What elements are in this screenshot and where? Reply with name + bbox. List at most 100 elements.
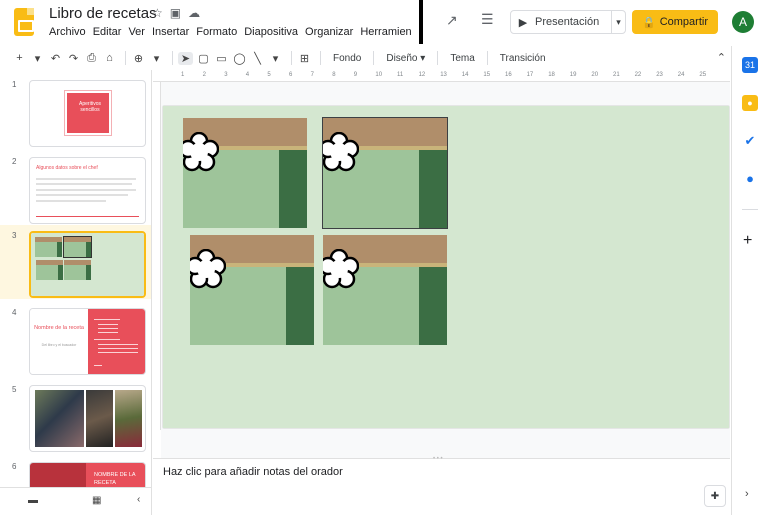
entrance-photo[interactable]	[323, 235, 447, 345]
text-line	[94, 339, 120, 340]
add-comment-icon[interactable]: ⊞	[297, 52, 312, 65]
slide-thumbnail[interactable]: Algunos datos sobre el chef	[29, 157, 146, 224]
line-dropdown-icon[interactable]: ▾	[268, 52, 283, 65]
document-title[interactable]: Libro de recetas	[49, 5, 157, 22]
layout-button[interactable]: Diseño ▾	[386, 53, 425, 64]
menu-ver[interactable]: Ver	[128, 26, 145, 38]
slide-number: 3	[12, 231, 17, 240]
present-button[interactable]: ▶ Presentación ▾	[510, 10, 626, 34]
expand-side-panel-icon[interactable]: ›	[745, 488, 749, 500]
toolbar-divider	[437, 51, 439, 65]
vertical-ruler	[153, 82, 161, 430]
new-slide-plus-icon[interactable]: +	[12, 52, 27, 64]
new-slide-dropdown-icon[interactable]: ▾	[30, 52, 45, 65]
ruler-mark: 22	[634, 72, 642, 78]
explore-button[interactable]: ✚	[704, 485, 726, 507]
slide-thumbnail[interactable]: Aperitivos sencillos	[29, 80, 146, 147]
text-line	[98, 344, 138, 345]
move-to-folder-icon[interactable]: ▣	[170, 6, 181, 20]
redo-icon[interactable]: ↷	[66, 52, 81, 65]
layout-label: Diseño	[386, 52, 418, 64]
contacts-icon[interactable]: ●	[742, 171, 758, 187]
text-line	[98, 352, 138, 353]
list-view-icon[interactable]: ▬	[28, 495, 38, 506]
mini-photo	[36, 260, 63, 280]
zoom-dropdown-icon[interactable]: ▾	[149, 52, 164, 65]
ruler-mark: 14	[461, 72, 469, 78]
tasks-icon[interactable]: ✔	[742, 133, 758, 149]
ruler-mark: 4	[245, 72, 250, 78]
filmstrip-slide-4[interactable]: 4 Nombre de la receta Del libro y el bus…	[0, 302, 151, 376]
menu-insertar[interactable]: Insertar	[152, 26, 189, 38]
side-panel-divider	[742, 209, 758, 210]
paint-format-icon[interactable]: ⌂	[102, 52, 117, 64]
insert-image-icon[interactable]: ▭	[214, 52, 229, 65]
cloud-status-icon[interactable]: ☁	[188, 6, 200, 20]
toolbar-divider	[486, 51, 488, 65]
slide-thumbnail[interactable]	[29, 231, 146, 298]
entrance-photo[interactable]	[190, 235, 314, 345]
slide-thumbnail[interactable]	[29, 385, 146, 452]
horizontal-ruler: 1 2 3 4 5 6 7 8 9 10 11 12 13 14 15 16 17 18 19 20 21 22 23 24 2…	[153, 70, 730, 82]
menu-formato[interactable]: Formato	[196, 26, 237, 38]
activity-trend-icon[interactable]: ↗	[446, 12, 458, 29]
text-line	[94, 365, 102, 366]
share-button[interactable]: 🔒 Compartir	[632, 10, 718, 34]
transition-button[interactable]: Transición	[500, 53, 546, 64]
user-avatar[interactable]: A	[732, 11, 754, 33]
background-button[interactable]: Fondo	[333, 53, 361, 64]
filmstrip-slide-1[interactable]: 1 Aperitivos sencillos	[0, 74, 151, 148]
toolbar-divider	[125, 51, 126, 65]
slide-number: 5	[12, 385, 17, 394]
ruler-mark: 5	[267, 72, 271, 78]
undo-icon[interactable]: ↶	[48, 52, 63, 65]
filmstrip-slide-3[interactable]: 3	[0, 225, 151, 299]
collapse-filmstrip-icon[interactable]: ‹	[137, 494, 140, 505]
star-icon[interactable]: ☆	[152, 6, 163, 20]
line-icon[interactable]: ╲	[250, 52, 265, 65]
app-header: Libro de recetas ☆ ▣ ☁ Archivo Editar Ve…	[0, 0, 768, 46]
shape-icon[interactable]: ◯	[232, 52, 247, 65]
select-cursor-icon[interactable]: ➤	[178, 51, 193, 65]
add-addon-icon[interactable]: +	[743, 232, 752, 250]
menu-diapositiva[interactable]: Diapositiva	[244, 26, 298, 38]
grid-view-icon[interactable]: ▦	[92, 495, 101, 506]
slide-thumbnail[interactable]: Nombre de la receta Del libro y el busca…	[29, 308, 146, 375]
collapse-toolbar-icon[interactable]: ⌃	[717, 51, 726, 64]
calendar-icon[interactable]: 31	[742, 57, 758, 73]
zoom-icon[interactable]: ⊕	[131, 52, 146, 65]
menu-editar[interactable]: Editar	[93, 26, 122, 38]
current-slide[interactable]	[163, 106, 729, 428]
thumb-left-panel: Nombre de la receta Del libro y el busca…	[30, 309, 88, 374]
notes-resize-handle[interactable]: • • •	[433, 456, 443, 462]
menu-archivo[interactable]: Archivo	[49, 26, 86, 38]
entrance-photo-selected[interactable]	[322, 117, 448, 229]
slide-number: 4	[12, 308, 17, 317]
menu-herramientas[interactable]: Herramien	[360, 26, 411, 38]
ruler-mark: 18	[548, 72, 555, 78]
print-icon[interactable]: ⎙	[84, 52, 99, 65]
text-line	[98, 332, 118, 333]
explore-icon: ✚	[710, 490, 720, 502]
ruler-mark: 11	[397, 72, 404, 78]
slides-logo-icon[interactable]	[14, 8, 34, 36]
mini-photo	[63, 236, 92, 258]
text-box-icon[interactable]: ▢	[196, 52, 211, 65]
filmstrip-slide-5[interactable]: 5	[0, 379, 151, 453]
menu-organizar[interactable]: Organizar	[305, 26, 353, 38]
comment-history-icon[interactable]: ☰	[481, 11, 494, 28]
present-icon: ▶	[518, 16, 528, 29]
filmstrip-slide-2[interactable]: 2 Algunos datos sobre el chef	[0, 151, 151, 225]
entrance-photo[interactable]	[183, 118, 307, 228]
side-panel: 31 ● ✔ ● + ›	[731, 46, 768, 515]
slide-number: 2	[12, 157, 17, 166]
keep-icon[interactable]: ●	[742, 95, 758, 111]
speaker-notes-placeholder[interactable]: Haz clic para añadir notas del orador	[163, 466, 343, 478]
filmstrip-footer: ▬ ▦ ‹	[0, 487, 151, 515]
speaker-notes[interactable]: • • • Haz clic para añadir notas del ora…	[153, 456, 730, 515]
theme-button[interactable]: Tema	[450, 53, 474, 64]
present-dropdown-icon[interactable]: ▾	[611, 11, 625, 33]
flower-icon	[323, 132, 359, 172]
text-cursor-overlay	[419, 0, 423, 44]
mini-photo	[35, 237, 62, 257]
